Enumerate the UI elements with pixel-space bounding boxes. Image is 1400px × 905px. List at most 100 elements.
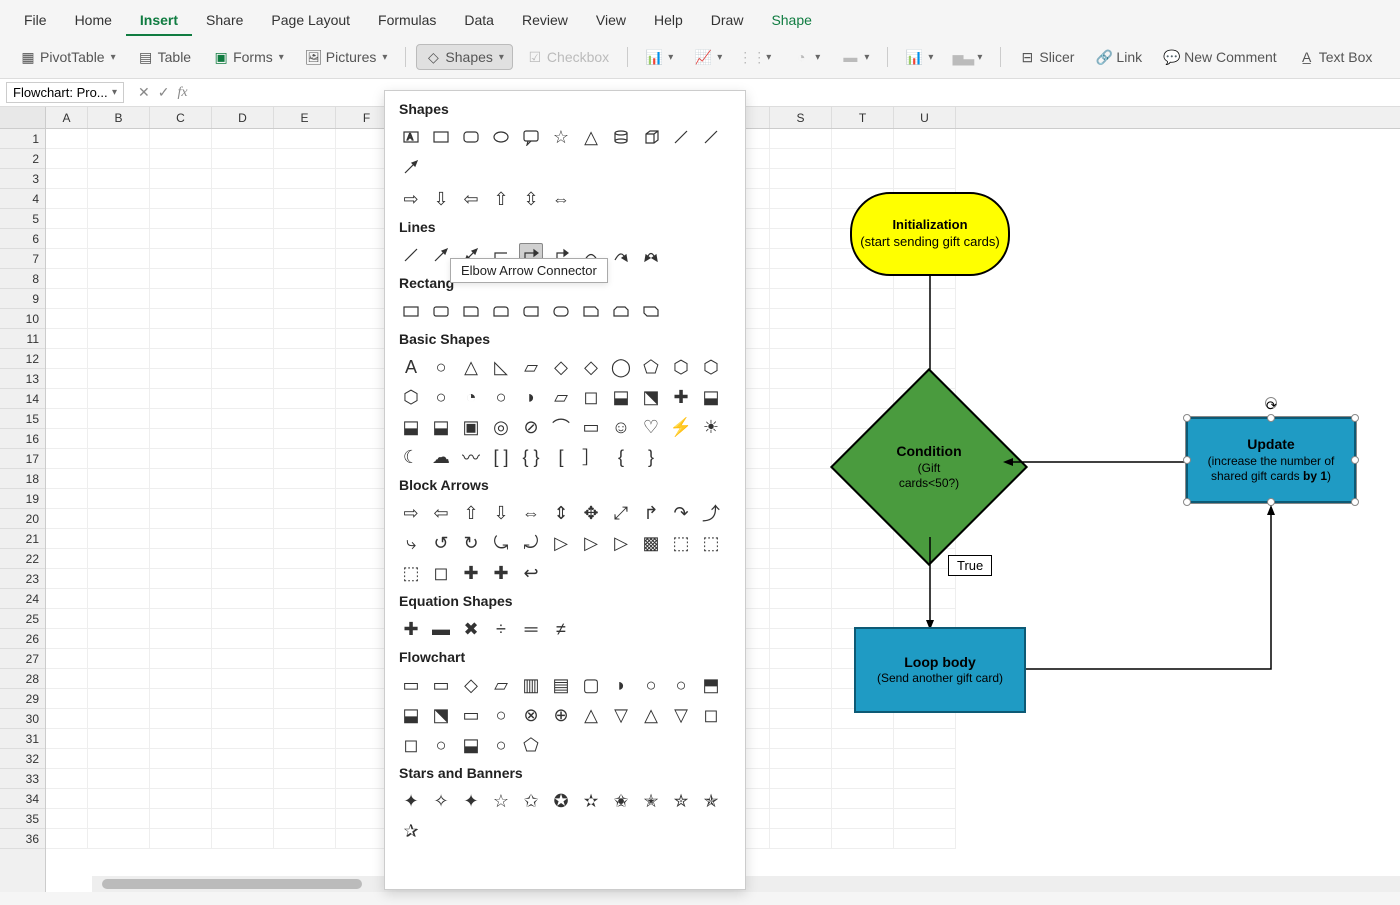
menu-formulas[interactable]: Formulas — [364, 6, 450, 36]
cell[interactable] — [46, 709, 88, 729]
row-header[interactable]: 4 — [0, 189, 45, 209]
cell[interactable] — [770, 509, 832, 529]
cell[interactable] — [88, 169, 150, 189]
cell[interactable] — [274, 829, 336, 849]
row-header[interactable]: 8 — [0, 269, 45, 289]
cell[interactable] — [894, 629, 956, 649]
chart-bar-button[interactable]: ▬▾ — [834, 45, 877, 69]
cell[interactable] — [832, 829, 894, 849]
cell[interactable] — [274, 209, 336, 229]
cell[interactable] — [832, 209, 894, 229]
shape-option[interactable]: ▷ — [549, 531, 573, 555]
ellipse-shape[interactable] — [489, 125, 513, 149]
column-header[interactable]: E — [274, 107, 336, 128]
cell[interactable] — [894, 569, 956, 589]
shape-option[interactable]: ⬓ — [699, 385, 723, 409]
cell[interactable] — [212, 649, 274, 669]
shape-option[interactable]: ✦ — [399, 789, 423, 813]
cell[interactable] — [274, 309, 336, 329]
text-box-button[interactable]: A̲ Text Box — [1291, 45, 1381, 69]
cell[interactable] — [770, 269, 832, 289]
row-header[interactable]: 35 — [0, 809, 45, 829]
cell[interactable] — [274, 229, 336, 249]
shape-option[interactable]: ♡ — [639, 415, 663, 439]
cell[interactable] — [770, 709, 832, 729]
row-header[interactable]: 25 — [0, 609, 45, 629]
cell[interactable] — [46, 809, 88, 829]
cell[interactable] — [274, 789, 336, 809]
cell[interactable] — [274, 349, 336, 369]
shape-option[interactable]: ⇔ — [519, 501, 543, 525]
shape-option[interactable]: ⊘ — [519, 415, 543, 439]
rect-3[interactable] — [459, 299, 483, 323]
cell[interactable] — [832, 289, 894, 309]
cell[interactable] — [770, 209, 832, 229]
shape-option[interactable]: ⊗ — [519, 703, 543, 727]
leftright-arrow-shape[interactable]: ⇔ — [549, 187, 573, 211]
cell[interactable] — [88, 829, 150, 849]
cell[interactable] — [150, 589, 212, 609]
cell[interactable] — [274, 669, 336, 689]
shape-option[interactable]: ⤷ — [399, 531, 423, 555]
cell[interactable] — [88, 449, 150, 469]
cell[interactable] — [46, 509, 88, 529]
shape-option[interactable]: ⤴ — [699, 501, 723, 525]
line-connector[interactable] — [399, 243, 423, 267]
row-header[interactable]: 20 — [0, 509, 45, 529]
row-header[interactable]: 36 — [0, 829, 45, 849]
column-header[interactable]: A — [46, 107, 88, 128]
cell[interactable] — [832, 749, 894, 769]
cell[interactable] — [88, 749, 150, 769]
menu-help[interactable]: Help — [640, 6, 697, 36]
shape-option[interactable]: 〰 — [459, 445, 483, 469]
cell[interactable] — [770, 649, 832, 669]
cell[interactable] — [894, 729, 956, 749]
cell[interactable] — [770, 609, 832, 629]
cell[interactable] — [150, 149, 212, 169]
shape-option[interactable]: ▭ — [399, 673, 423, 697]
cell[interactable] — [212, 169, 274, 189]
shape-option[interactable]: ◯ — [609, 355, 633, 379]
cell[interactable] — [212, 489, 274, 509]
cell[interactable] — [894, 409, 956, 429]
cell[interactable] — [770, 549, 832, 569]
shape-option[interactable]: ◻ — [399, 733, 423, 757]
cell[interactable] — [88, 509, 150, 529]
cell[interactable] — [212, 129, 274, 149]
column-header[interactable]: U — [894, 107, 956, 128]
shape-option[interactable]: ✭ — [639, 789, 663, 813]
cell[interactable] — [150, 329, 212, 349]
cell[interactable] — [212, 249, 274, 269]
pivottable-button[interactable]: ▦ PivotTable ▾ — [12, 45, 124, 69]
menu-home[interactable]: Home — [61, 6, 126, 36]
cell[interactable] — [212, 769, 274, 789]
column-header[interactable]: C — [150, 107, 212, 128]
cell[interactable] — [274, 429, 336, 449]
row-header[interactable]: 1 — [0, 129, 45, 149]
updown-arrow-shape[interactable]: ⇳ — [519, 187, 543, 211]
shape-option[interactable]: ▱ — [489, 673, 513, 697]
shape-option[interactable]: ○ — [429, 733, 453, 757]
cell[interactable] — [150, 349, 212, 369]
cell[interactable] — [150, 789, 212, 809]
cell[interactable] — [46, 329, 88, 349]
cell[interactable] — [274, 329, 336, 349]
cell[interactable] — [832, 649, 894, 669]
rect-7[interactable] — [579, 299, 603, 323]
forms-button[interactable]: ▣ Forms ▾ — [205, 45, 292, 69]
row-header[interactable]: 32 — [0, 749, 45, 769]
rect-6[interactable] — [549, 299, 573, 323]
cell[interactable] — [274, 649, 336, 669]
shape-option[interactable]: ◗ — [609, 673, 633, 697]
cell[interactable] — [832, 469, 894, 489]
cell[interactable] — [832, 769, 894, 789]
cell[interactable] — [150, 489, 212, 509]
minus-shape[interactable]: ▬ — [429, 617, 453, 641]
row-header[interactable]: 2 — [0, 149, 45, 169]
shapes-button[interactable]: ◇ Shapes ▾ — [416, 44, 513, 70]
cell[interactable] — [770, 669, 832, 689]
shape-option[interactable]: ○ — [429, 355, 453, 379]
column-header[interactable]: T — [832, 107, 894, 128]
cell[interactable] — [46, 209, 88, 229]
cell[interactable] — [46, 229, 88, 249]
